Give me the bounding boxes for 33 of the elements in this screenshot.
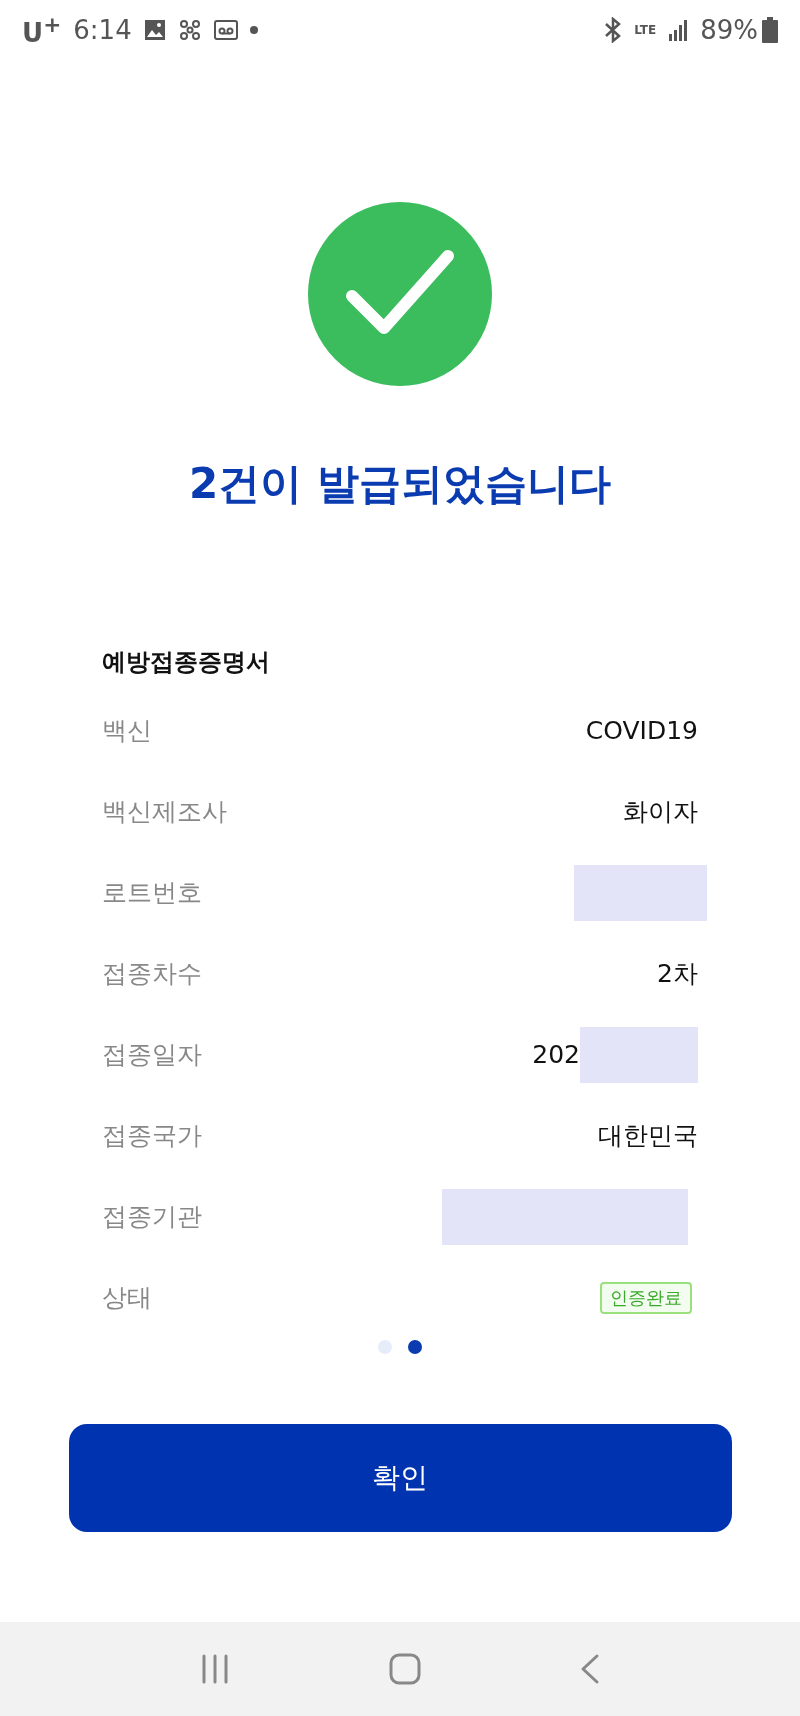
success-check-icon <box>308 202 492 386</box>
field-label: 접종차수 <box>102 958 202 990</box>
carrier: U$^{+}$ <box>22 12 62 48</box>
signal-icon <box>668 19 689 41</box>
clock: 6:14 <box>73 15 132 45</box>
field-label: 접종일자 <box>102 1039 202 1071</box>
field-label: 백신 <box>102 715 152 747</box>
cassette-icon <box>213 19 238 41</box>
field-value: COVID19 <box>585 716 698 745</box>
back-icon[interactable] <box>580 1653 601 1685</box>
result-title: 2건이 발급되었습니다 <box>189 458 611 510</box>
field-value: 2차 <box>657 958 698 990</box>
certificate-title: 예방접종증명서 <box>102 647 271 678</box>
field-label: 로트번호 <box>102 877 202 909</box>
field-label: 접종국가 <box>102 1120 202 1152</box>
battery-level: 89% <box>700 15 758 45</box>
network-type: LTE <box>634 23 657 37</box>
home-icon[interactable] <box>389 1653 421 1685</box>
bluetooth-icon <box>604 17 623 43</box>
field-value: 대한민국 <box>598 1120 698 1152</box>
field-label: 접종기관 <box>102 1201 202 1233</box>
field-label: 상태 <box>102 1282 152 1314</box>
page-dot[interactable] <box>378 1340 392 1354</box>
battery-icon <box>762 17 778 43</box>
field-label: 백신제조사 <box>102 796 227 828</box>
network-icon <box>177 18 202 42</box>
status-badge: 인증완료 <box>600 1281 692 1314</box>
page-dot[interactable] <box>408 1340 422 1354</box>
dot-icon <box>249 26 258 34</box>
image-icon <box>143 19 166 41</box>
confirm-button[interactable]: 확인 <box>68 1424 732 1532</box>
field-value: 화이자 <box>623 796 698 828</box>
field-value: 202 <box>532 1040 580 1069</box>
